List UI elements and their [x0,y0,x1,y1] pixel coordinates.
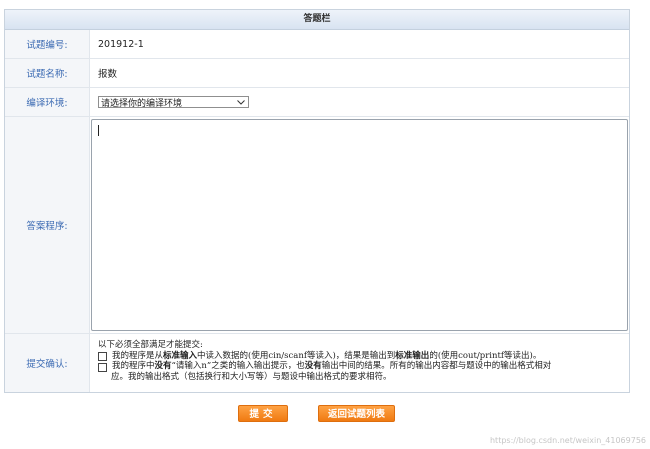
confirm-item-2: 我的程序中没有“请输入n”之类的输入输出提示，也没有输出中间的结果。所有的输出内… [98,361,629,372]
problem-id-label: 试题编号: [5,30,90,58]
confirm-item-2-text-b: “请输入n”之类的输入输出提示，也 [171,361,305,371]
problem-name-label: 试题名称: [5,59,90,87]
confirm-row: 提交确认: 以下必须全部满足才能提交: 我的程序是从标准输入中读入数据的(使用c… [5,334,629,392]
confirm-item-1-bold-b: 标准输出 [395,350,430,361]
problem-id-row: 试题编号: 201912-1 [5,30,629,59]
confirm-item-2-text-a: 我的程序中 [112,361,155,371]
text-caret [98,125,99,136]
answer-cell [90,117,629,333]
panel-title: 答题栏 [5,10,629,30]
confirm-item-1-text: 我的程序是从标准输入中读入数据的(使用cin/scanf等读入)，结果是输出到标… [112,351,541,362]
confirm-item-2-bold-b: 没有 [304,361,322,371]
confirm-item-1-bold-a: 标准输入 [163,350,198,361]
confirm-item-1: 我的程序是从标准输入中读入数据的(使用cin/scanf等读入)，结果是输出到标… [98,351,629,362]
answer-label: 答案程序: [5,117,90,333]
confirm-item-1-text-c: 的(使用cout/printf等读出)。 [429,350,542,361]
confirm-content: 以下必须全部满足才能提交: 我的程序是从标准输入中读入数据的(使用cin/sca… [90,334,629,392]
confirm-checkbox-2[interactable] [98,362,107,372]
problem-name-row: 试题名称: 报数 [5,59,629,88]
answer-row: 答案程序: [5,117,629,334]
compiler-select[interactable]: 请选择你的编译环境 [98,96,249,109]
confirm-item-1-text-b: 中读入数据的(使用cin/scanf等读入)，结果是输出到 [197,350,396,361]
confirm-label: 提交确认: [5,334,90,392]
confirm-checkbox-1[interactable] [98,352,107,361]
confirm-intro: 以下必须全部满足才能提交: [98,340,203,350]
confirm-item-2-text-c: 输出中间的结果。所有的输出内容都与题设中的输出格式相对 [321,361,552,371]
compiler-row: 编译环境: 请选择你的编译环境 [5,88,629,117]
compiler-select-value: 请选择你的编译环境 [101,98,183,109]
answer-panel: 答题栏 试题编号: 201912-1 试题名称: 报数 编译环境: 请选择你的编… [4,9,630,393]
watermark: https://blog.csdn.net/weixin_41069756 [489,436,646,445]
confirm-item-2-text: 我的程序中没有“请输入n”之类的输入输出提示，也没有输出中间的结果。所有的输出内… [112,361,551,372]
submit-button[interactable]: 提交 [238,405,288,422]
chevron-down-icon [237,99,245,105]
confirm-item-2-bold-a: 没有 [154,361,172,371]
confirm-item-2-continued: 应。我的输出格式（包括换行和大小写等）与题设中输出格式的要求相符。 [111,371,392,382]
problem-name-value: 报数 [98,69,118,80]
compiler-label: 编译环境: [5,88,90,116]
back-to-list-button[interactable]: 返回试题列表 [318,405,395,422]
confirm-item-1-text-a: 我的程序是从 [112,350,164,361]
answer-code-textarea[interactable] [91,119,628,331]
compiler-cell: 请选择你的编译环境 [90,88,629,116]
problem-id-value: 201912-1 [98,38,144,50]
